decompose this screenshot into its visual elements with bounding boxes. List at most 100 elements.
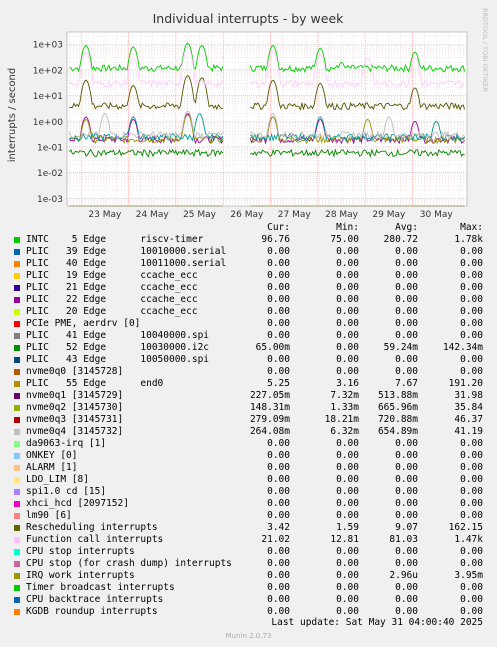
- legend-avg-value: 0.00: [395, 294, 418, 305]
- legend-max-value: 0.00: [460, 366, 483, 377]
- legend-label: ALARM [1]: [26, 462, 78, 473]
- legend-row: CPU backtrace interrupts 0.00 0.00 0.00 0.00: [0, 594, 497, 606]
- header-avg: Avg:: [395, 222, 418, 233]
- legend-row: spi1.0 cd [15] 0.00 0.00 0.00 0.00: [0, 486, 497, 498]
- legend-row: Rescheduling interrupts 3.42 1.59 9.07 162.1…: [0, 522, 497, 534]
- legend-label: Timer broadcast interrupts: [26, 582, 175, 593]
- legend-label: CPU stop interrupts: [26, 546, 135, 557]
- legend-label: PCIe PME, aerdrv [0]: [26, 318, 141, 329]
- legend-cur-value: 0.00: [267, 474, 290, 485]
- legend-label: lm90 [6]: [26, 510, 72, 521]
- legend-min-value: 0.00: [336, 246, 359, 257]
- legend-label: PLIC 20 Edge ccache_ecc: [26, 306, 198, 317]
- x-ticks: 23 May 24 May 25 May 26 May 27 May 28 May 29 M…: [88, 210, 453, 220]
- x-tick-label: 25 May: [183, 210, 217, 220]
- legend-label: INTC 5 Edge riscv-timer: [26, 234, 204, 245]
- legend-cur-value: 0.00: [267, 438, 290, 449]
- legend-min-value: 18.21m: [324, 414, 359, 425]
- legend-label: nvme0q0 [3145728]: [26, 366, 124, 377]
- legend-cur-value: 0.00: [267, 270, 290, 281]
- legend-cur-value: 0.00: [267, 282, 290, 293]
- legend-row: nvme0q1 [3145729] 227.05m 7.32m 513.88m 31.9…: [0, 390, 497, 402]
- legend-swatch: [14, 321, 20, 327]
- legend-avg-value: 0.00: [395, 366, 418, 377]
- y-tick-label: 1e-02: [37, 169, 63, 179]
- legend-swatch: [14, 465, 20, 471]
- legend-label: LDO_LIM [8]: [26, 474, 89, 485]
- legend-max-value: 35.84: [454, 402, 483, 413]
- legend-max-value: 0.00: [460, 258, 483, 269]
- legend-label: PLIC 21 Edge ccache_ecc: [26, 282, 198, 293]
- legend-avg-value: 720.88m: [377, 414, 418, 425]
- legend-swatch: [14, 261, 20, 267]
- legend-row: PLIC 41 Edge 10040000.spi 0.00 0.00 0.00 0.0…: [0, 330, 497, 342]
- legend-cur-value: 279.09m: [249, 414, 290, 425]
- legend-avg-value: 0.00: [395, 450, 418, 461]
- legend-max-value: 142.34m: [442, 342, 483, 353]
- legend-label: PLIC 40 Edge 10011000.serial: [26, 258, 227, 269]
- legend-min-value: 0.00: [336, 450, 359, 461]
- legend-min-value: 0.00: [336, 582, 359, 593]
- legend-label: nvme0q2 [3145730]: [26, 402, 124, 413]
- legend-max-value: 0.00: [460, 606, 483, 617]
- last-update: Last update: Sat May 31 04:00:40 2025: [271, 617, 483, 628]
- y-tick-label: 1e-03: [37, 195, 63, 205]
- legend-max-value: 0.00: [460, 330, 483, 341]
- legend-min-value: 0.00: [336, 294, 359, 305]
- legend-cur-value: 3.42: [267, 522, 290, 533]
- legend-swatch: [14, 549, 20, 555]
- y-tick-label: 1e-01: [37, 143, 63, 153]
- legend-max-value: 41.19: [454, 426, 483, 437]
- legend-min-value: 1.59: [336, 522, 359, 533]
- legend-avg-value: 0.00: [395, 498, 418, 509]
- legend-row: PLIC 43 Edge 10050000.spi 0.00 0.00 0.00 0.0…: [0, 354, 497, 366]
- legend-swatch: [14, 333, 20, 339]
- legend-swatch: [14, 285, 20, 291]
- legend-max-value: 0.00: [460, 282, 483, 293]
- legend-avg-value: 0.00: [395, 558, 418, 569]
- legend-swatch: [14, 381, 20, 387]
- legend-min-value: 0.00: [336, 366, 359, 377]
- legend-cur-value: 5.25: [267, 378, 290, 389]
- legend-min-value: 75.00: [330, 234, 359, 245]
- x-tick-label: 28 May: [325, 210, 359, 220]
- legend-row: da9063-irq [1] 0.00 0.00 0.00 0.00: [0, 438, 497, 450]
- legend-row: Timer broadcast interrupts 0.00 0.00 0.00 0.…: [0, 582, 497, 594]
- legend-max-value: 1.78k: [454, 234, 483, 245]
- legend-cur-value: 148.31m: [249, 402, 290, 413]
- legend-swatch: [14, 393, 20, 399]
- legend-row: nvme0q3 [3145731] 279.09m 18.21m 720.88m 46.…: [0, 414, 497, 426]
- legend-swatch: [14, 585, 20, 591]
- legend-cur-value: 0.00: [267, 486, 290, 497]
- legend-min-value: 1.33m: [330, 402, 359, 413]
- legend-avg-value: 0.00: [395, 258, 418, 269]
- legend-avg-value: 0.00: [395, 462, 418, 473]
- legend-label: CPU stop (for crash dump) interrupts: [26, 558, 232, 569]
- legend-row: CPU stop (for crash dump) interrupts 0.00…: [0, 558, 497, 570]
- legend-min-value: 12.81: [330, 534, 359, 545]
- legend-row: ONKEY [0] 0.00 0.00 0.00 0.00: [0, 450, 497, 462]
- legend-avg-value: 0.00: [395, 318, 418, 329]
- legend-swatch: [14, 609, 20, 615]
- legend-swatch: [14, 573, 20, 579]
- legend-cur-value: 0.00: [267, 594, 290, 605]
- legend-avg-value: 0.00: [395, 438, 418, 449]
- legend-row: PLIC 19 Edge ccache_ecc 0.00 0.00 0.00 0.00: [0, 270, 497, 282]
- legend-avg-value: 0.00: [395, 474, 418, 485]
- legend-avg-value: 0.00: [395, 486, 418, 497]
- legend-max-value: 0.00: [460, 546, 483, 557]
- legend-cur-value: 65.00m: [255, 342, 290, 353]
- y-tick-label: 1e+03: [33, 41, 63, 51]
- legend-row: nvme0q0 [3145728] 0.00 0.00 0.00 0.00: [0, 366, 497, 378]
- legend-avg-value: 0.00: [395, 606, 418, 617]
- legend-min-value: 0.00: [336, 330, 359, 341]
- legend-avg-value: 513.88m: [377, 390, 418, 401]
- legend-label: PLIC 39 Edge 10010000.serial: [26, 246, 227, 257]
- legend-row: PLIC 20 Edge ccache_ecc 0.00 0.00 0.00 0.00: [0, 306, 497, 318]
- legend-min-value: 0.00: [336, 474, 359, 485]
- legend-avg-value: 0.00: [395, 582, 418, 593]
- legend-min-value: 0.00: [336, 270, 359, 281]
- legend-min-value: 0.00: [336, 438, 359, 449]
- header-min: Min:: [336, 222, 359, 233]
- legend-label: nvme0q4 [3145732]: [26, 426, 124, 437]
